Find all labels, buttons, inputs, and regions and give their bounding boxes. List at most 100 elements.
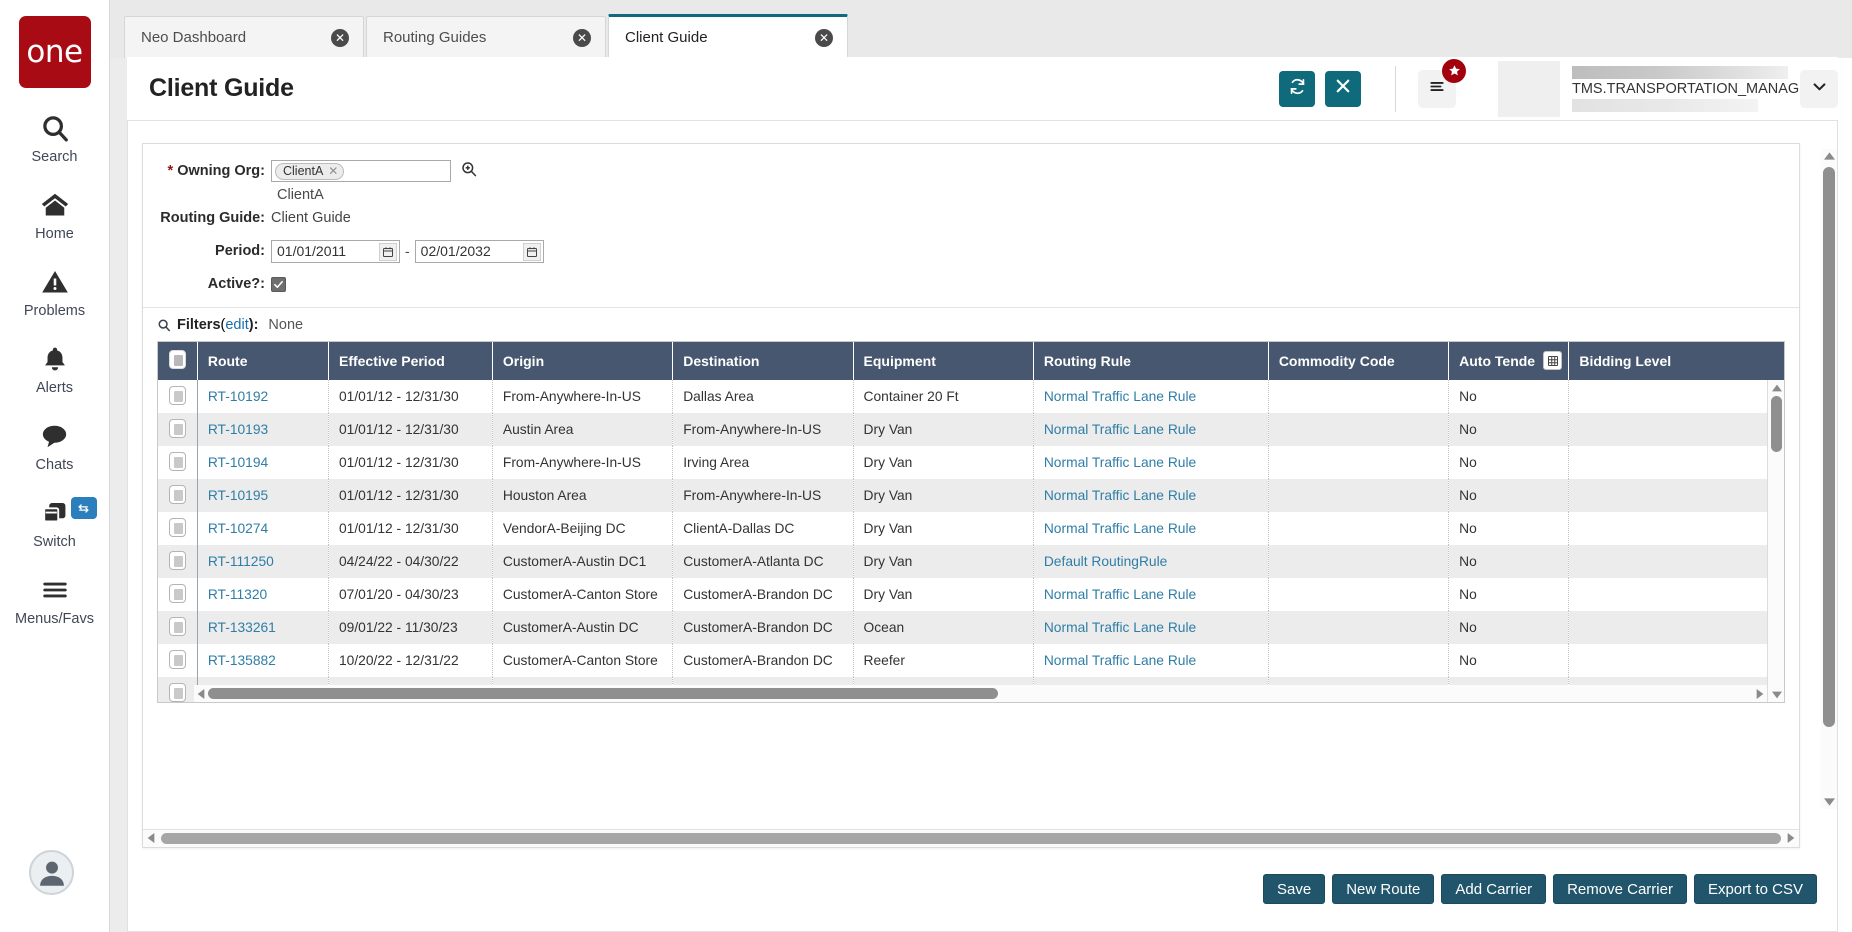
routing-rule-link[interactable]: Normal Traffic Lane Rule <box>1044 620 1196 635</box>
calendar-icon[interactable] <box>522 242 541 261</box>
card-horizontal-scroll-track[interactable] <box>161 833 1781 844</box>
calendar-icon[interactable] <box>379 242 397 261</box>
content-vertical-scrollbar[interactable] <box>1821 149 1837 809</box>
table-row[interactable]: RT-10274 01/01/12 - 12/31/30 VendorA-Beiji… <box>158 512 1784 545</box>
grid-vertical-scroll-thumb[interactable] <box>1771 396 1782 452</box>
row-select-cell[interactable] <box>158 380 198 413</box>
routing-rule-link[interactable]: Default RoutingRule <box>1044 554 1167 569</box>
column-header-equipment[interactable]: Equipment <box>853 342 1034 380</box>
row-select-cell[interactable] <box>158 446 198 479</box>
search-plus-icon[interactable] <box>460 160 478 183</box>
row-select-cell[interactable] <box>158 479 198 512</box>
checkbox-icon[interactable] <box>168 484 186 504</box>
routing-rule-link[interactable]: Normal Traffic Lane Rule <box>1044 587 1196 602</box>
column-header-destination[interactable]: Destination <box>672 342 854 380</box>
row-select-cell[interactable] <box>158 677 198 702</box>
sidebar-item-menus-favs[interactable]: Menus/Favs <box>5 572 105 627</box>
user-menu-button[interactable] <box>1800 69 1838 108</box>
sidebar-item-home[interactable]: Home <box>5 187 105 242</box>
remove-carrier-button[interactable]: Remove Carrier <box>1553 874 1687 904</box>
filters-edit-link[interactable]: edit <box>225 317 248 333</box>
column-header-bidding-level[interactable]: Bidding Level <box>1568 342 1784 380</box>
checkbox-icon[interactable] <box>168 616 186 636</box>
scroll-up-icon[interactable] <box>1768 380 1784 395</box>
route-link[interactable]: RT-111250 <box>208 554 274 569</box>
checkbox-icon[interactable] <box>168 583 186 603</box>
scroll-right-icon[interactable] <box>1787 830 1795 848</box>
row-select-cell[interactable] <box>158 413 198 446</box>
row-select-cell[interactable] <box>158 611 198 644</box>
column-header-routing-rule[interactable]: Routing Rule <box>1033 342 1269 380</box>
routing-rule-link[interactable]: Normal Traffic Lane Rule <box>1044 521 1196 536</box>
route-link[interactable]: RT-10192 <box>208 389 268 404</box>
avatar[interactable] <box>29 850 74 895</box>
add-carrier-button[interactable]: Add Carrier <box>1441 874 1547 904</box>
checkbox-icon[interactable] <box>168 649 186 669</box>
select-all-header[interactable] <box>158 342 198 380</box>
user-identity-block[interactable]: TMS.TRANSPORTATION_MANAGER <box>1572 65 1819 112</box>
scroll-left-icon[interactable] <box>194 688 208 699</box>
table-row[interactable]: RT-135882 10/20/22 - 12/31/22 CustomerA-Ca… <box>158 644 1784 677</box>
sidebar-item-problems[interactable]: Problems <box>5 264 105 319</box>
checkbox-icon[interactable] <box>168 682 186 702</box>
column-header-auto-tender[interactable]: Auto Tende <box>1448 342 1570 380</box>
column-header-commodity-code[interactable]: Commodity Code <box>1268 342 1450 380</box>
scroll-down-icon[interactable] <box>1821 795 1837 809</box>
tab-client-guide[interactable]: Client Guide ✕ <box>608 14 848 58</box>
checkbox-icon[interactable] <box>168 350 186 369</box>
row-select-cell[interactable] <box>158 578 198 611</box>
export-to-csv-button[interactable]: Export to CSV <box>1693 874 1817 904</box>
tab-neo-dashboard[interactable]: Neo Dashboard ✕ <box>124 16 364 58</box>
grid-vertical-scrollbar[interactable] <box>1767 380 1784 702</box>
one-logo[interactable]: one <box>18 16 91 88</box>
column-header-effective-period[interactable]: Effective Period <box>328 342 493 380</box>
swap-arrows-icon[interactable] <box>70 497 97 519</box>
scroll-up-icon[interactable] <box>1821 149 1837 163</box>
period-from-input[interactable]: 01/01/2011 <box>271 239 400 263</box>
checkbox-icon[interactable] <box>168 451 186 471</box>
close-circle-icon[interactable]: ✕ <box>573 28 591 47</box>
checkbox-icon[interactable] <box>168 385 186 405</box>
table-row[interactable]: RT-10192 01/01/12 - 12/31/30 From-Anywhere… <box>158 380 1784 413</box>
sidebar-item-switch[interactable]: Switch <box>5 495 105 550</box>
grid-horizontal-scroll-track[interactable] <box>208 688 1753 699</box>
route-link[interactable]: RT-11320 <box>208 587 267 602</box>
table-row[interactable]: RT-10194 01/01/12 - 12/31/30 From-Anywhere… <box>158 446 1784 479</box>
grid-horizontal-scroll-thumb[interactable] <box>208 688 998 699</box>
table-row[interactable]: RT-111250 04/24/22 - 04/30/22 CustomerA-Au… <box>158 545 1784 578</box>
close-circle-icon[interactable]: ✕ <box>815 28 833 47</box>
notifications-menu-button[interactable] <box>1418 58 1466 108</box>
grid-config-icon[interactable] <box>1543 351 1563 370</box>
close-page-button[interactable] <box>1325 70 1361 107</box>
row-select-cell[interactable] <box>158 545 198 578</box>
table-row[interactable]: RT-11320 07/01/20 - 04/30/23 CustomerA-Can… <box>158 578 1784 611</box>
route-link[interactable]: RT-133261 <box>208 620 276 635</box>
card-horizontal-scroll-thumb[interactable] <box>161 833 1781 844</box>
checkbox-icon[interactable] <box>168 418 186 438</box>
row-select-cell[interactable] <box>158 644 198 677</box>
route-link[interactable]: RT-10194 <box>208 455 268 470</box>
scroll-down-icon[interactable] <box>1768 687 1784 702</box>
content-vertical-scroll-thumb[interactable] <box>1823 167 1835 727</box>
route-link[interactable]: RT-10193 <box>208 422 268 437</box>
owning-org-input[interactable]: ClientA ✕ <box>271 160 451 182</box>
checkbox-icon[interactable] <box>168 550 186 570</box>
routing-rule-link[interactable]: Normal Traffic Lane Rule <box>1044 455 1196 470</box>
new-route-button[interactable]: New Route <box>1332 874 1435 904</box>
route-link[interactable]: RT-135882 <box>208 653 276 668</box>
owning-org-token[interactable]: ClientA ✕ <box>275 162 345 180</box>
card-horizontal-scrollbar[interactable] <box>143 829 1799 847</box>
routing-rule-link[interactable]: Normal Traffic Lane Rule <box>1044 389 1196 404</box>
close-x-icon[interactable]: ✕ <box>328 164 338 178</box>
period-to-input[interactable]: 02/01/2032 <box>414 239 544 263</box>
sidebar-item-chats[interactable]: Chats <box>5 418 105 473</box>
routing-rule-link[interactable]: Normal Traffic Lane Rule <box>1044 653 1196 668</box>
scroll-left-icon[interactable] <box>147 830 155 848</box>
column-header-origin[interactable]: Origin <box>492 342 674 380</box>
scroll-right-icon[interactable] <box>1753 688 1767 699</box>
save-button[interactable]: Save <box>1262 874 1326 904</box>
table-row[interactable]: RT-133261 09/01/22 - 11/30/23 CustomerA-Au… <box>158 611 1784 644</box>
column-header-route[interactable]: Route <box>197 342 329 380</box>
grid-horizontal-scrollbar[interactable] <box>194 685 1767 702</box>
active-checkbox[interactable] <box>271 276 286 292</box>
